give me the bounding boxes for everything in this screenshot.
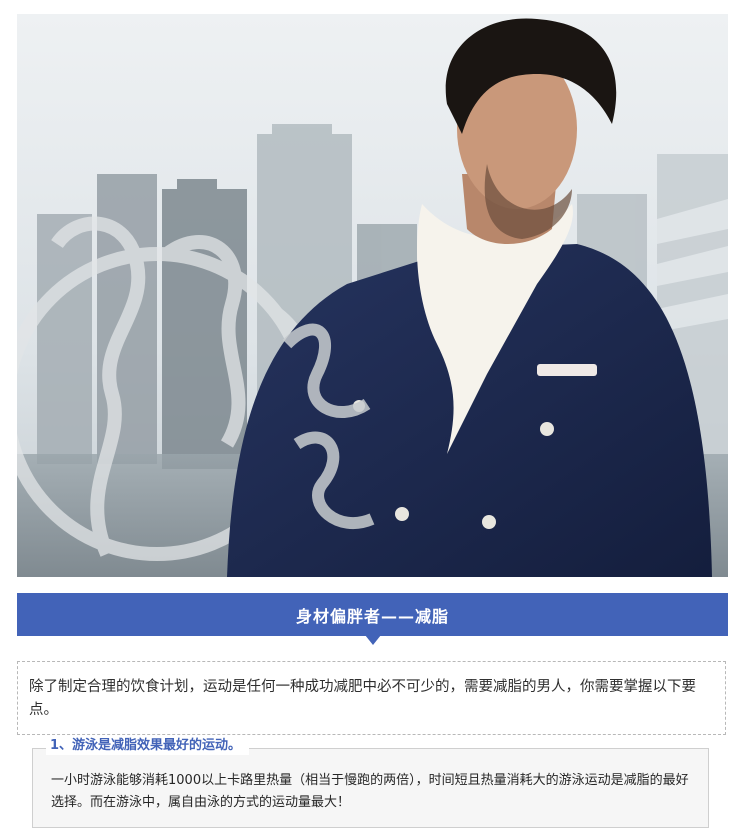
section-title: 身材偏胖者——减脂 [295,606,449,626]
tip-text: 一小时游泳能够消耗1000以上卡路里热量（相当于慢跑的两倍），时间短且热量消耗大… [51,773,689,810]
article-page: 身材偏胖者——减脂 除了制定合理的饮食计划，运动是任何一种成功减肥中必不可少的，… [0,0,750,837]
hero-image [17,14,728,577]
tip-box: 一小时游泳能够消耗1000以上卡路里热量（相当于慢跑的两倍），时间短且热量消耗大… [32,748,709,828]
intro-text: 除了制定合理的饮食计划，运动是任何一种成功减肥中必不可少的，需要减脂的男人，你需… [29,679,696,718]
hero-illustration [17,14,728,577]
pocket-square [537,364,597,376]
banner-pointer [365,635,381,645]
section-banner: 身材偏胖者——减脂 [17,593,728,636]
jacket-button [395,507,409,521]
jacket-button [482,515,496,529]
jacket-button [540,422,554,436]
intro-box: 除了制定合理的饮食计划，运动是任何一种成功减肥中必不可少的，需要减脂的男人，你需… [17,661,726,735]
tip-heading: 1、游泳是减脂效果最好的运动。 [46,737,250,755]
